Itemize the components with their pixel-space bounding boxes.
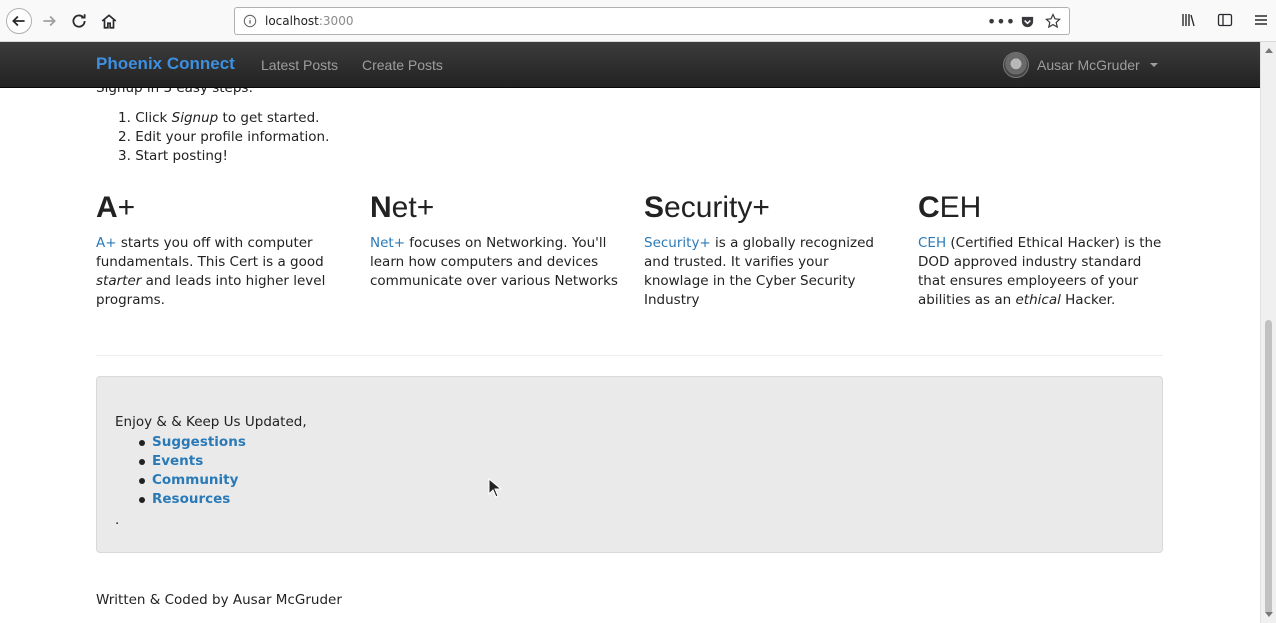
reload-button[interactable] (66, 8, 92, 34)
signup-intro: Signup in 3 easy steps: (96, 88, 254, 96)
cert-title: Net+ (370, 190, 620, 226)
navbar: Phoenix Connect Latest Posts Create Post… (0, 42, 1260, 88)
link-resources[interactable]: Resources (152, 491, 230, 507)
home-icon (101, 14, 117, 29)
url-host: localhost (265, 14, 319, 28)
list-item: Community (139, 471, 246, 490)
nav-link-latest-posts[interactable]: Latest Posts (261, 57, 338, 73)
main-content: Signup in 3 easy steps: 1. Click Signup … (0, 88, 1260, 623)
home-button[interactable] (96, 8, 122, 34)
cert-description: Net+ focuses on Networking. You'll learn… (370, 234, 622, 291)
sidebar-icon[interactable] (1216, 11, 1234, 29)
cert-link-netplus[interactable]: Net+ (370, 235, 405, 251)
reload-icon (72, 14, 86, 28)
caret-down-icon (1149, 63, 1158, 67)
library-icon[interactable] (1180, 11, 1198, 29)
cert-emphasis: starter (96, 273, 142, 289)
scroll-up-arrow-icon[interactable] (1265, 48, 1273, 53)
step-item: 1. Click Signup to get started. (118, 109, 329, 128)
more-icon[interactable]: ••• (987, 12, 1015, 31)
mouse-cursor-icon (488, 478, 502, 498)
cert-title-rest: et+ (391, 191, 435, 224)
step-text: Start posting! (135, 148, 228, 164)
well-heading: Enjoy & & Keep Us Updated, (115, 414, 307, 430)
user-name: Ausar McGruder (1037, 57, 1140, 73)
list-item: Resources (139, 490, 246, 509)
cert-description: Security+ is a globally recognized and t… (644, 234, 896, 310)
list-item: Suggestions (139, 433, 246, 452)
url-text: localhost:3000 (265, 14, 353, 28)
cert-title-rest: ecurity+ (664, 191, 770, 224)
cert-title-rest: EH (939, 191, 982, 224)
cert-card-aplus: A+ A+ starts you off with computer funda… (96, 190, 346, 310)
scroll-down-arrow-icon[interactable] (1265, 612, 1273, 617)
step-number: 3. (118, 148, 131, 164)
pocket-icon[interactable] (1019, 13, 1035, 29)
cert-text: starts you off with computer fundamental… (96, 235, 324, 270)
brand-link[interactable]: Phoenix Connect (96, 54, 235, 74)
cert-link-securityplus[interactable]: Security+ (644, 235, 711, 251)
cert-title-initial: C (918, 191, 940, 224)
updates-link-list: Suggestions Events Community Resources (139, 433, 246, 509)
step-item: 3. Start posting! (118, 147, 329, 166)
footer-credit: Written & Coded by Ausar McGruder (96, 592, 342, 608)
bookmark-star-icon[interactable] (1045, 13, 1061, 29)
updates-well: Enjoy & & Keep Us Updated, Suggestions E… (96, 376, 1163, 553)
page-scrollbar[interactable] (1260, 42, 1276, 623)
cert-title-initial: S (644, 191, 665, 224)
scroll-thumb[interactable] (1265, 320, 1272, 614)
url-port: :3000 (318, 14, 354, 28)
cert-text-end: Hacker. (1060, 292, 1116, 308)
back-button[interactable] (6, 8, 32, 34)
step-number: 1. (118, 110, 131, 126)
cert-title-rest: + (117, 191, 136, 224)
cert-title: A+ (96, 190, 346, 226)
forward-button[interactable] (36, 8, 62, 34)
cert-link-ceh[interactable]: CEH (918, 235, 946, 251)
cert-card-securityplus: Security+ Security+ is a globally recogn… (644, 190, 894, 310)
cert-title-initial: N (370, 191, 392, 224)
step-text-end: to get started. (218, 110, 320, 126)
cert-description: A+ starts you off with computer fundamen… (96, 234, 348, 310)
info-icon[interactable] (243, 14, 257, 28)
signup-steps: 1. Click Signup to get started. 2. Edit … (118, 109, 329, 166)
cert-link-aplus[interactable]: A+ (96, 235, 117, 251)
browser-toolbar: localhost:3000 ••• (0, 0, 1276, 42)
arrow-right-icon (43, 15, 56, 27)
cert-emphasis: ethical (1015, 292, 1061, 308)
divider (96, 355, 1163, 356)
well-trailing-text: . (115, 512, 120, 528)
avatar (1003, 52, 1029, 78)
cert-card-ceh: CEH CEH (Certified Ethical Hacker) is th… (918, 190, 1168, 310)
link-events[interactable]: Events (152, 453, 203, 469)
arrow-left-icon (12, 15, 25, 27)
step-emphasis: Signup (171, 110, 219, 126)
cert-description: CEH (Certified Ethical Hacker) is the DO… (918, 234, 1170, 310)
step-text: Edit your profile information. (135, 129, 330, 145)
step-item: 2. Edit your profile information. (118, 128, 329, 147)
cert-title-initial: A (96, 191, 118, 224)
url-bar[interactable]: localhost:3000 ••• (234, 7, 1070, 35)
list-item: Events (139, 452, 246, 471)
step-number: 2. (118, 129, 131, 145)
cert-card-netplus: Net+ Net+ focuses on Networking. You'll … (370, 190, 620, 291)
step-text: Click (135, 110, 172, 126)
link-suggestions[interactable]: Suggestions (152, 434, 246, 450)
cert-title: CEH (918, 190, 1168, 226)
link-community[interactable]: Community (152, 472, 238, 488)
menu-icon[interactable] (1252, 11, 1270, 29)
user-menu-dropdown[interactable]: Ausar McGruder (1003, 52, 1158, 78)
nav-link-create-posts[interactable]: Create Posts (362, 57, 443, 73)
cert-text: focuses on Networking. You'll learn how … (370, 235, 618, 289)
cert-title: Security+ (644, 190, 894, 226)
